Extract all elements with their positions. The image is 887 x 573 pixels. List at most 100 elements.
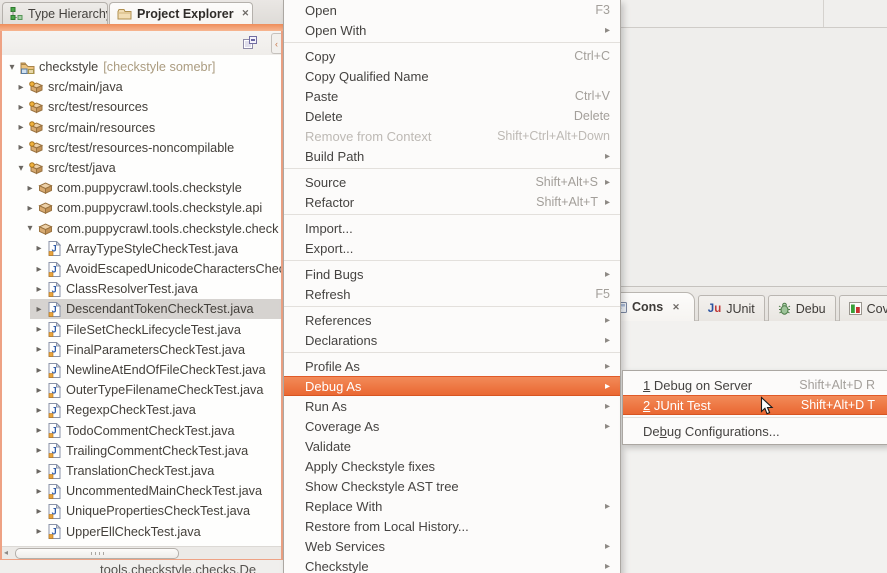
menu-item-debug-as[interactable]: Debug As▸ [284, 376, 620, 396]
tree-collapsed-arrow-icon[interactable]: ▸ [34, 405, 44, 416]
tree-collapsed-arrow-icon[interactable]: ▸ [34, 445, 44, 456]
tree-item[interactable]: ▸JNewlineAtEndOfFileCheckTest.java [2, 360, 281, 380]
view-tab-type-hierarchy[interactable]: Type Hierarchy [2, 2, 108, 24]
tree-item-label: src/test/resources [48, 100, 148, 114]
tree-collapsed-arrow-icon[interactable]: ▸ [34, 243, 44, 254]
tree-item[interactable]: ▸JClassResolverTest.java [2, 279, 281, 299]
menu-item-show-checkstyle-ast-tree[interactable]: Show Checkstyle AST tree [284, 476, 620, 496]
scroll-left-arrow[interactable]: ◂ [4, 547, 8, 558]
menu-item-profile-as[interactable]: Profile As▸ [284, 356, 620, 376]
menu-item-open-with[interactable]: Open With▸ [284, 20, 620, 40]
tree-item[interactable]: ▸JFileSetCheckLifecycleTest.java [2, 320, 281, 340]
tree-item[interactable]: ▸JUniquePropertiesCheckTest.java [2, 501, 281, 521]
close-icon[interactable]: ✕ [242, 8, 250, 19]
view-menu-button[interactable]: ‹ [271, 33, 281, 54]
tree-item-decorator: [checkstyle somebr] [103, 60, 215, 74]
bottom-tab-debu[interactable]: Debu [768, 295, 836, 321]
tree-item[interactable]: ▸JTrailingCommentCheckTest.java [2, 441, 281, 461]
tree-collapsed-arrow-icon[interactable]: ▸ [16, 122, 26, 133]
tree-item[interactable]: ▸JTranslationCheckTest.java [2, 461, 281, 481]
tree-item-label: UpperEllCheckTest.java [66, 525, 201, 539]
tree-collapsed-arrow-icon[interactable]: ▸ [34, 264, 44, 275]
tree-collapsed-arrow-icon[interactable]: ▸ [34, 365, 44, 376]
menu-item-import[interactable]: Import... [284, 218, 620, 238]
tree-collapsed-arrow-icon[interactable]: ▸ [34, 304, 44, 315]
bottom-tab-cover[interactable]: Cover [839, 295, 887, 321]
menu-item-label: Refactor [305, 195, 354, 210]
menu-item-delete[interactable]: DeleteDelete [284, 106, 620, 126]
tree-item-label: src/test/java [48, 161, 116, 175]
tree-item[interactable]: ▸JTodoCommentCheckTest.java [2, 421, 281, 441]
debug-icon [778, 302, 791, 315]
menu-item-web-services[interactable]: Web Services▸ [284, 536, 620, 556]
submenu-item-debug-configurations[interactable]: Debug Configurations... [623, 421, 887, 441]
close-icon[interactable]: ✕ [672, 302, 680, 313]
tree-item[interactable]: ▸JUpperEllCheckTest.java [2, 522, 281, 542]
tree-item[interactable]: ▸JAvoidEscapedUnicodeCharactersChec [2, 259, 281, 279]
tree-item[interactable]: ▸JUncommentedMainCheckTest.java [2, 481, 281, 501]
tree-collapsed-arrow-icon[interactable]: ▸ [34, 526, 44, 537]
tree-item[interactable]: ▸JArrayTypeStyleCheckTest.java [2, 239, 281, 259]
tree-expanded-arrow-icon[interactable]: ▾ [25, 223, 35, 234]
menu-item-run-as[interactable]: Run As▸ [284, 396, 620, 416]
horizontal-scrollbar[interactable]: ◂ [2, 546, 281, 559]
tree-item[interactable]: ▸src/main/resources [2, 118, 281, 138]
tree-expanded-arrow-icon[interactable]: ▾ [7, 62, 17, 73]
tree-item[interactable]: ▸JDescendantTokenCheckTest.java [2, 299, 281, 319]
tree-item[interactable]: ▸JRegexpCheckTest.java [2, 400, 281, 420]
menu-item-source[interactable]: SourceShift+Alt+S▸ [284, 172, 620, 192]
tree-item[interactable]: ▸ src/main/java [2, 77, 281, 97]
menu-item-validate[interactable]: Validate [284, 436, 620, 456]
tree-collapsed-arrow-icon[interactable]: ▸ [34, 506, 44, 517]
menu-item-open[interactable]: OpenF3 [284, 0, 620, 20]
menu-item-export[interactable]: Export... [284, 238, 620, 258]
menu-item-restore-from-local-history[interactable]: Restore from Local History... [284, 516, 620, 536]
tree-item[interactable]: ▾checkstyle [checkstyle somebr] [2, 57, 281, 77]
tree-item[interactable]: ▾com.puppycrawl.tools.checkstyle.check [2, 219, 281, 239]
tree-collapsed-arrow-icon[interactable]: ▸ [34, 425, 44, 436]
menu-item-checkstyle[interactable]: Checkstyle▸ [284, 556, 620, 573]
tree-collapsed-arrow-icon[interactable]: ▸ [25, 203, 35, 214]
menu-item-references[interactable]: References▸ [284, 310, 620, 330]
tree-collapsed-arrow-icon[interactable]: ▸ [34, 284, 44, 295]
tree-collapsed-arrow-icon[interactable]: ▸ [16, 82, 26, 93]
bottom-tab-junit[interactable]: JuJUnit [698, 295, 765, 321]
menu-item-refresh[interactable]: RefreshF5 [284, 284, 620, 304]
tree-item[interactable]: ▸JOuterTypeFilenameCheckTest.java [2, 380, 281, 400]
tree-item[interactable]: ▸src/test/resources-noncompilable [2, 138, 281, 158]
menu-item-coverage-as[interactable]: Coverage As▸ [284, 416, 620, 436]
menu-item-label: References [305, 313, 371, 328]
menu-item-replace-with[interactable]: Replace With▸ [284, 496, 620, 516]
menu-item-apply-checkstyle-fixes[interactable]: Apply Checkstyle fixes [284, 456, 620, 476]
tree-collapsed-arrow-icon[interactable]: ▸ [16, 142, 26, 153]
tree-collapsed-arrow-icon[interactable]: ▸ [16, 102, 26, 113]
menu-item-build-path[interactable]: Build Path▸ [284, 146, 620, 166]
menu-item-copy-qualified-name[interactable]: Copy Qualified Name [284, 66, 620, 86]
tree-collapsed-arrow-icon[interactable]: ▸ [25, 183, 35, 194]
tree-item-label: UniquePropertiesCheckTest.java [66, 504, 250, 518]
submenu-item-2-junit-test[interactable]: 2 JUnit TestShift+Alt+D T [623, 395, 887, 415]
submenu-item-label: 2 JUnit Test [643, 398, 711, 413]
tree-item[interactable]: ▸JFinalParametersCheckTest.java [2, 340, 281, 360]
menu-item-copy[interactable]: CopyCtrl+C [284, 46, 620, 66]
tree-item[interactable]: ▸com.puppycrawl.tools.checkstyle.api [2, 198, 281, 218]
view-tab-project-explorer[interactable]: Project Explorer✕ [109, 2, 253, 24]
tree-collapsed-arrow-icon[interactable]: ▸ [34, 486, 44, 497]
submenu-item-1-debug-on-server[interactable]: 1 Debug on ServerShift+Alt+D R [623, 375, 887, 395]
tree-item[interactable]: ▸com.puppycrawl.tools.checkstyle [2, 178, 281, 198]
tree-item-label: src/main/java [48, 80, 123, 94]
tree-item[interactable]: ▾ src/test/java [2, 158, 281, 178]
tree-collapsed-arrow-icon[interactable]: ▸ [34, 385, 44, 396]
menu-item-declarations[interactable]: Declarations▸ [284, 330, 620, 350]
scrollbar-thumb[interactable] [15, 548, 179, 559]
tree-item[interactable]: ▸ src/test/resources [2, 97, 281, 117]
tree-collapsed-arrow-icon[interactable]: ▸ [34, 324, 44, 335]
menu-item-paste[interactable]: PasteCtrl+V [284, 86, 620, 106]
tree-collapsed-arrow-icon[interactable]: ▸ [34, 466, 44, 477]
tree-expanded-arrow-icon[interactable]: ▾ [16, 163, 26, 174]
tree-collapsed-arrow-icon[interactable]: ▸ [34, 344, 44, 355]
collapse-all-button[interactable] [241, 34, 259, 51]
menu-item-find-bugs[interactable]: Find Bugs▸ [284, 264, 620, 284]
menu-item-refactor[interactable]: RefactorShift+Alt+T▸ [284, 192, 620, 212]
mouse-cursor [760, 396, 774, 422]
